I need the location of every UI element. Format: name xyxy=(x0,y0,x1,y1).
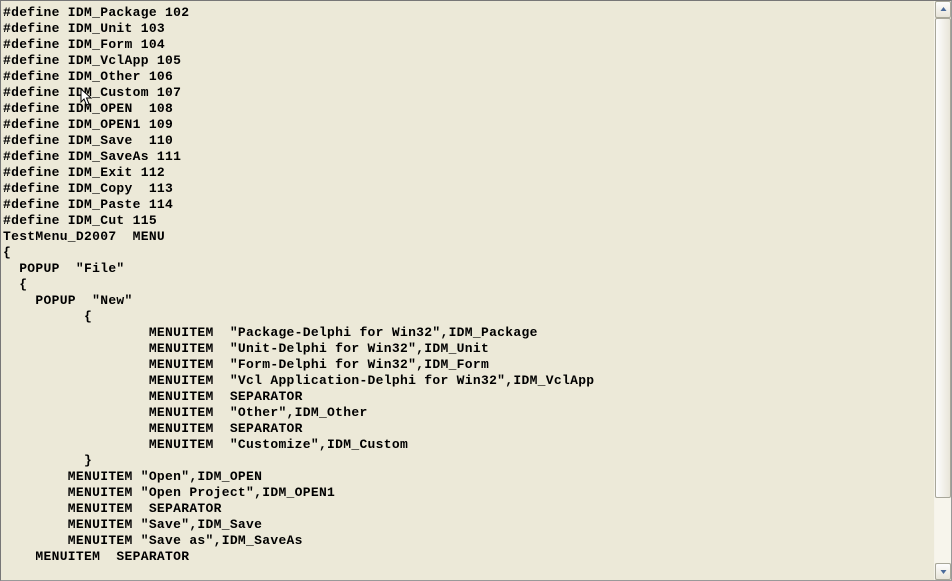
code-line[interactable]: POPUP "New" xyxy=(3,293,932,309)
code-line[interactable]: MENUITEM SEPARATOR xyxy=(3,421,932,437)
scroll-down-button[interactable] xyxy=(935,563,951,580)
code-line[interactable]: MENUITEM "Customize",IDM_Custom xyxy=(3,437,932,453)
code-line[interactable]: #define IDM_Other 106 xyxy=(3,69,932,85)
code-line[interactable]: #define IDM_Form 104 xyxy=(3,37,932,53)
code-line[interactable]: } xyxy=(3,453,932,469)
code-line[interactable]: #define IDM_OPEN 108 xyxy=(3,101,932,117)
scroll-thumb[interactable] xyxy=(935,18,951,498)
code-line[interactable]: MENUITEM "Package-Delphi for Win32",IDM_… xyxy=(3,325,932,341)
scroll-up-button[interactable] xyxy=(935,1,951,18)
code-line[interactable]: MENUITEM SEPARATOR xyxy=(3,501,932,517)
code-line[interactable]: #define IDM_Unit 103 xyxy=(3,21,932,37)
code-line[interactable]: MENUITEM "Open",IDM_OPEN xyxy=(3,469,932,485)
code-line[interactable]: #define IDM_Copy 113 xyxy=(3,181,932,197)
code-line[interactable]: MENUITEM "Other",IDM_Other xyxy=(3,405,932,421)
vertical-scrollbar[interactable] xyxy=(934,1,951,580)
code-content[interactable]: #define IDM_Package 102#define IDM_Unit … xyxy=(1,1,934,580)
code-line[interactable]: MENUITEM "Unit-Delphi for Win32",IDM_Uni… xyxy=(3,341,932,357)
scroll-track[interactable] xyxy=(935,18,951,563)
code-line[interactable]: #define IDM_VclApp 105 xyxy=(3,53,932,69)
code-line[interactable]: #define IDM_Exit 112 xyxy=(3,165,932,181)
code-line[interactable]: MENUITEM "Save as",IDM_SaveAs xyxy=(3,533,932,549)
code-line[interactable]: #define IDM_Custom 107 xyxy=(3,85,932,101)
chevron-up-icon xyxy=(940,2,947,17)
code-line[interactable]: MENUITEM "Form-Delphi for Win32",IDM_For… xyxy=(3,357,932,373)
code-line[interactable]: { xyxy=(3,245,932,261)
code-line[interactable]: #define IDM_OPEN1 109 xyxy=(3,117,932,133)
code-line[interactable]: TestMenu_D2007 MENU xyxy=(3,229,932,245)
code-line[interactable]: { xyxy=(3,309,932,325)
code-line[interactable]: #define IDM_Package 102 xyxy=(3,5,932,21)
code-editor-pane: #define IDM_Package 102#define IDM_Unit … xyxy=(0,0,952,581)
code-line[interactable]: { xyxy=(3,277,932,293)
code-line[interactable]: #define IDM_SaveAs 111 xyxy=(3,149,932,165)
code-line[interactable]: #define IDM_Save 110 xyxy=(3,133,932,149)
code-line[interactable]: MENUITEM SEPARATOR xyxy=(3,549,932,565)
code-line[interactable]: #define IDM_Cut 115 xyxy=(3,213,932,229)
code-line[interactable]: #define IDM_Paste 114 xyxy=(3,197,932,213)
chevron-down-icon xyxy=(940,564,947,579)
code-line[interactable]: MENUITEM "Save",IDM_Save xyxy=(3,517,932,533)
code-line[interactable]: MENUITEM SEPARATOR xyxy=(3,389,932,405)
code-line[interactable]: MENUITEM "Vcl Application-Delphi for Win… xyxy=(3,373,932,389)
code-line[interactable]: MENUITEM "Open Project",IDM_OPEN1 xyxy=(3,485,932,501)
code-line[interactable]: POPUP "File" xyxy=(3,261,932,277)
